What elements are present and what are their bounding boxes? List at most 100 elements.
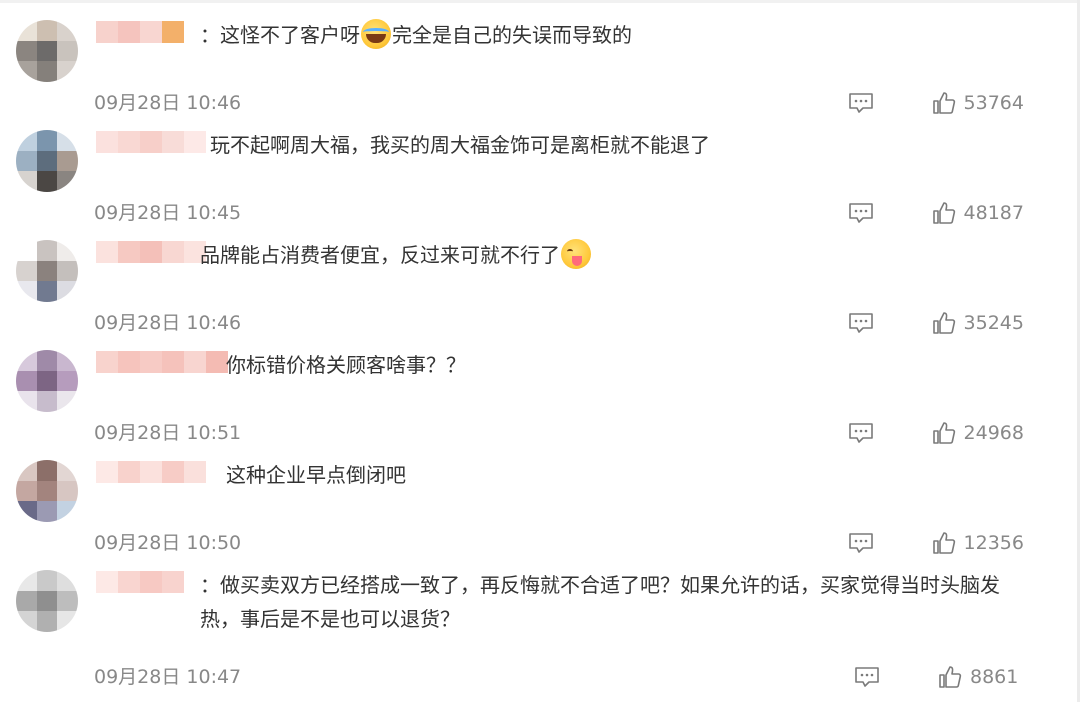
comment-body: ：做买卖双方已经搭成一致了，再反悔就不合适了吧？如果允许的话，买家觉得当时头脑发…	[200, 573, 1000, 631]
avatar-pixel	[57, 40, 78, 62]
avatar-pixel	[57, 20, 78, 41]
username-pixel	[96, 131, 118, 153]
avatar-pixel	[57, 281, 78, 302]
username-pixel	[118, 351, 140, 373]
avatar-pixel	[57, 370, 78, 392]
avatar-pixel	[36, 370, 58, 392]
username-pixel	[96, 351, 118, 373]
avatar[interactable]	[16, 460, 78, 522]
username-pixel	[206, 351, 228, 373]
comment-actions: 53764	[848, 88, 1024, 118]
avatar-pixel	[36, 611, 58, 632]
username-pixel	[140, 461, 162, 483]
comment-timestamp: 09月28日 10:51	[94, 422, 242, 444]
comment-item: 你标错价格关顾客啥事？？ 09月28日 10:51 24968	[0, 336, 1076, 446]
username-pixel	[96, 21, 118, 43]
comment-actions: 12356	[848, 528, 1024, 558]
username-pixel	[118, 21, 140, 43]
comment-reply-icon[interactable]	[848, 422, 874, 444]
thumbs-up-icon[interactable]	[932, 91, 956, 115]
comment-timestamp: 09月28日 10:46	[94, 92, 242, 114]
username-pixel	[162, 131, 184, 153]
username-pixel	[162, 571, 184, 593]
avatar-pixel	[36, 391, 58, 412]
avatar-pixel	[57, 611, 78, 632]
comment-actions: 8861	[854, 662, 1026, 692]
comment-body: 这种企业早点倒闭吧	[226, 463, 406, 487]
comment-text: 玩不起啊周大福，我买的周大福金饰可是离柜就不能退了	[210, 128, 1040, 162]
avatar-pixel	[16, 281, 37, 302]
avatar-pixel	[57, 350, 78, 371]
username-blurred[interactable]	[96, 131, 206, 153]
thumbs-up-icon[interactable]	[938, 665, 962, 689]
avatar-pixel	[36, 480, 58, 502]
avatar[interactable]	[16, 240, 78, 302]
comment-item: ：这怪不了客户呀 完全是自己的失误而导致的 09月28日 10:46 53764	[0, 6, 1076, 116]
avatar-pixel	[16, 61, 37, 82]
avatar-pixel	[36, 460, 58, 481]
username-pixel	[118, 241, 140, 263]
top-divider	[0, 0, 1080, 3]
comment-text: 品牌能占消费者便宜，反过来可就不行了	[200, 238, 1030, 272]
like-count: 53764	[963, 92, 1024, 114]
avatar-pixel	[36, 61, 58, 82]
username-blurred[interactable]	[96, 351, 228, 373]
username-pixel	[118, 571, 140, 593]
comment-reply-icon[interactable]	[848, 532, 874, 554]
avatar-pixel	[36, 501, 58, 522]
username-pixel	[140, 21, 162, 43]
thumbs-up-icon[interactable]	[932, 421, 956, 445]
avatar-pixel	[57, 150, 78, 172]
avatar[interactable]	[16, 130, 78, 192]
username-blurred[interactable]	[96, 571, 184, 593]
avatar[interactable]	[16, 350, 78, 412]
username-blurred[interactable]	[96, 21, 184, 43]
avatar-pixel	[57, 171, 78, 192]
avatar[interactable]	[16, 570, 78, 632]
username-pixel	[140, 351, 162, 373]
comment-timestamp: 09月28日 10:50	[94, 532, 242, 554]
username-blurred[interactable]	[96, 461, 206, 483]
username-pixel	[118, 131, 140, 153]
avatar-pixel	[36, 130, 58, 151]
avatar-pixel	[16, 590, 37, 612]
username-pixel	[118, 461, 140, 483]
avatar-pixel	[36, 260, 58, 282]
username-pixel	[162, 461, 184, 483]
username-blurred[interactable]	[96, 241, 206, 263]
avatar-pixel	[16, 460, 37, 481]
comment-reply-icon[interactable]	[848, 92, 874, 114]
avatar-pixel	[36, 40, 58, 62]
comment-timestamp: 09月28日 10:46	[94, 312, 242, 334]
avatar-pixel	[16, 501, 37, 522]
comment-item: 品牌能占消费者便宜，反过来可就不行了 09月28日 10:46 35245	[0, 226, 1076, 336]
avatar-pixel	[16, 391, 37, 412]
thumbs-up-icon[interactable]	[932, 311, 956, 335]
comment-actions: 35245	[848, 308, 1024, 338]
avatar-pixel	[57, 61, 78, 82]
username-pixel	[96, 461, 118, 483]
avatar-pixel	[16, 20, 37, 41]
username-pixel	[162, 351, 184, 373]
avatar[interactable]	[16, 20, 78, 82]
avatar-pixel	[57, 570, 78, 591]
avatar-pixel	[57, 480, 78, 502]
like-count: 35245	[963, 312, 1024, 334]
comment-reply-icon[interactable]	[848, 202, 874, 224]
comment-reply-icon[interactable]	[848, 312, 874, 334]
username-pixel	[162, 241, 184, 263]
comment-reply-icon[interactable]	[854, 666, 880, 688]
avatar-pixel	[36, 281, 58, 302]
username-pixel	[184, 351, 206, 373]
like-count: 12356	[963, 532, 1024, 554]
username-pixel	[96, 241, 118, 263]
comment-text: ：这怪不了客户呀 完全是自己的失误而导致的	[200, 18, 1030, 52]
thumbs-up-icon[interactable]	[932, 531, 956, 555]
avatar-pixel	[16, 260, 37, 282]
comment-text: ：做买卖双方已经搭成一致了，再反悔就不合适了吧？如果允许的话，买家觉得当时头脑发…	[200, 568, 1020, 636]
username-pixel	[184, 461, 206, 483]
like-count: 24968	[963, 422, 1024, 444]
avatar-pixel	[16, 40, 37, 62]
comment-body: ：这怪不了客户呀	[200, 23, 360, 47]
thumbs-up-icon[interactable]	[932, 201, 956, 225]
